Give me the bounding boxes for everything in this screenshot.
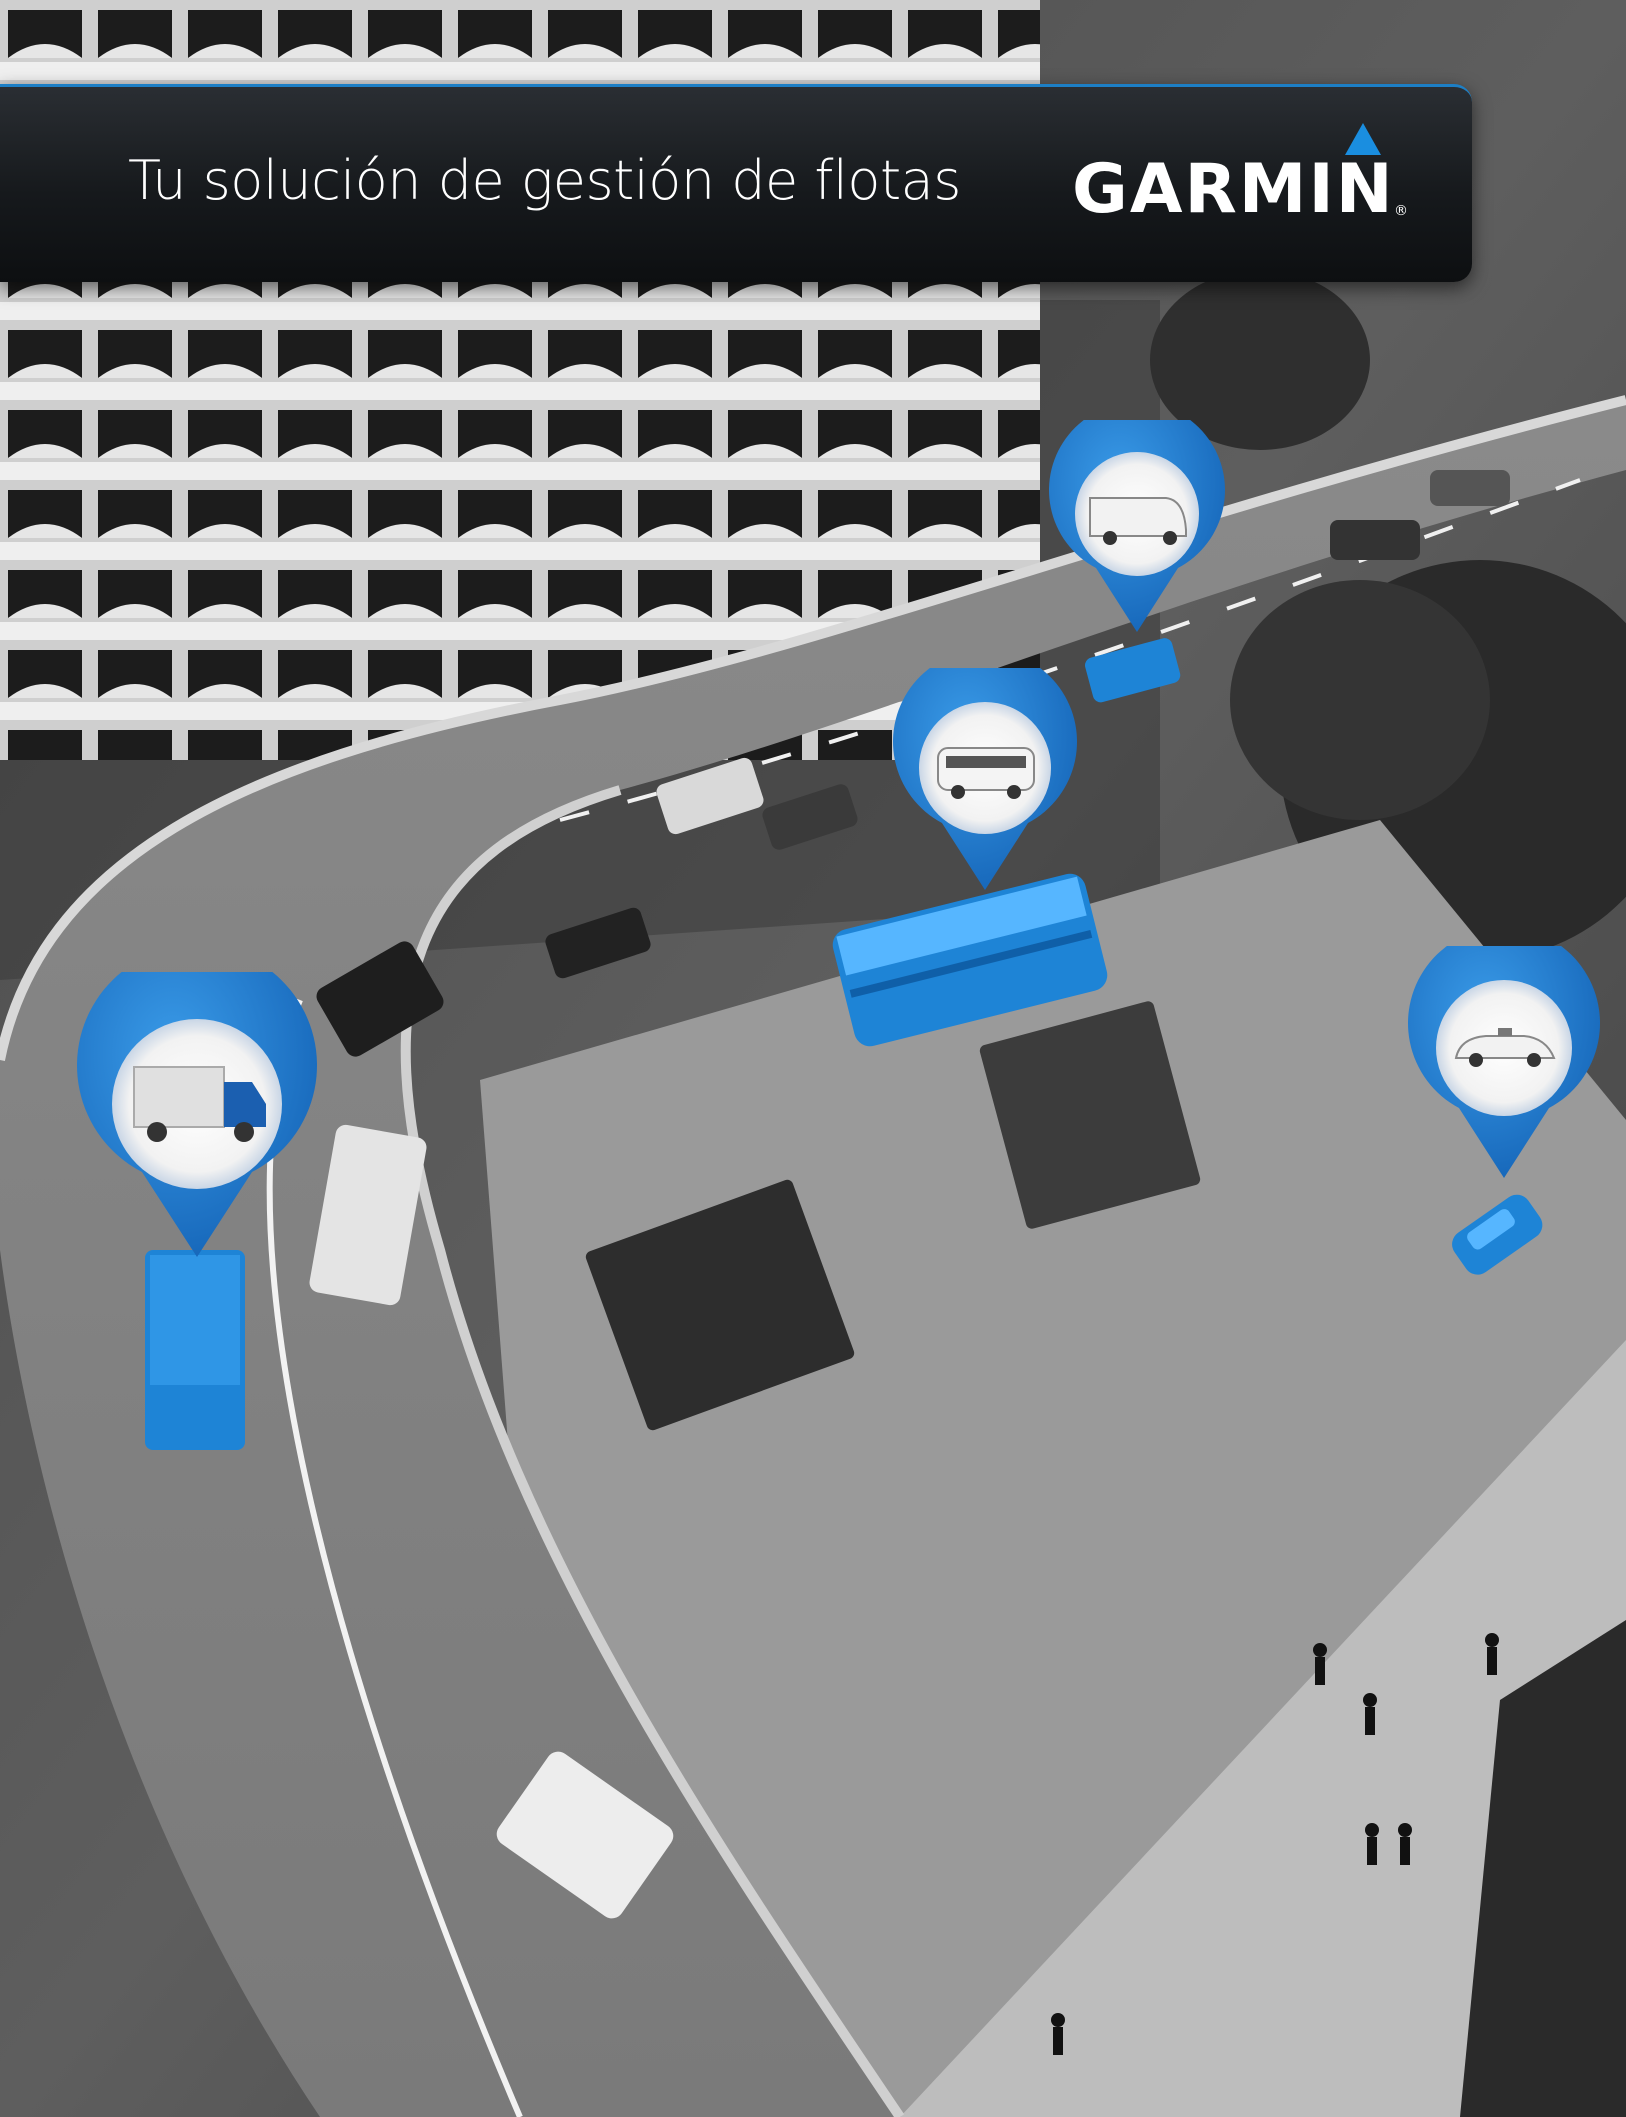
banner-title: Tu solución de gestión de flotas <box>128 149 961 212</box>
map-pin-taxi <box>1408 946 1600 1178</box>
garmin-logo: GARMIN ® <box>1072 123 1412 243</box>
parked-car <box>1330 520 1420 560</box>
map-pin-bus <box>893 668 1077 890</box>
tree-canopy-2 <box>1230 580 1490 820</box>
header-banner: Tu solución de gestión de flotas GARMIN … <box>0 84 1472 282</box>
map-pin-truck <box>77 972 317 1257</box>
garmin-wordmark: GARMIN <box>1072 150 1395 229</box>
registered-mark: ® <box>1394 203 1408 219</box>
parked-car-2 <box>1430 470 1510 506</box>
map-pin-van <box>1049 420 1225 632</box>
blue-truck <box>145 1250 245 1450</box>
